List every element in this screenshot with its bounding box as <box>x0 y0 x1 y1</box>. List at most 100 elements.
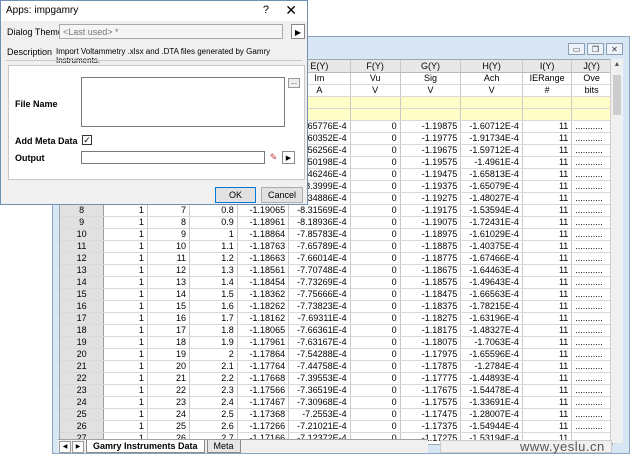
table-cell[interactable]: ........... <box>571 216 612 229</box>
table-cell[interactable]: -1.17266 <box>237 420 290 433</box>
table-cell[interactable]: -1.53594E-4 <box>460 204 523 217</box>
sparkline-cell[interactable] <box>522 108 573 121</box>
table-cell[interactable]: ........... <box>571 168 612 181</box>
table-cell[interactable]: 1 <box>103 300 148 313</box>
table-cell[interactable]: 0 <box>350 420 401 433</box>
row-number[interactable]: 20 <box>60 348 105 361</box>
long-name-cell[interactable]: Ove <box>571 72 612 85</box>
restore-icon[interactable]: ❐ <box>587 43 604 55</box>
table-cell[interactable]: -1.18162 <box>237 312 290 325</box>
table-cell[interactable]: -1.48027E-4 <box>460 192 523 205</box>
table-cell[interactable]: 11 <box>522 204 573 217</box>
table-cell[interactable]: 0 <box>350 216 401 229</box>
table-row[interactable]: 22 1 21 2.2 -1.17668 -7.39553E-4 0 -1.17775 -1.4… <box>60 372 612 385</box>
tab-gamry-instruments-data[interactable]: Gamry Instruments Data <box>86 440 205 453</box>
table-cell[interactable]: 1 <box>103 396 148 409</box>
table-cell[interactable]: 0 <box>350 372 401 385</box>
table-cell[interactable]: -7.44758E-4 <box>288 360 351 373</box>
table-cell[interactable]: 1 <box>103 204 148 217</box>
help-icon[interactable]: ? <box>263 4 269 16</box>
comments-cell[interactable] <box>571 96 612 109</box>
tab-next-icon[interactable]: ▶ <box>72 440 84 453</box>
long-name-cell[interactable]: IERange <box>522 72 573 85</box>
table-cell[interactable]: 11 <box>522 420 573 433</box>
table-cell[interactable]: ........... <box>571 276 612 289</box>
table-cell[interactable]: 11 <box>147 252 190 265</box>
table-cell[interactable]: 1 <box>103 228 148 241</box>
table-cell[interactable]: -1.19375 <box>400 180 462 193</box>
table-cell[interactable]: 1 <box>103 252 148 265</box>
table-cell[interactable]: -1.40375E-4 <box>460 240 523 253</box>
table-cell[interactable]: 16 <box>147 312 190 325</box>
units-cell[interactable]: V <box>460 84 523 97</box>
table-cell[interactable]: 0 <box>350 276 401 289</box>
table-cell[interactable]: 19 <box>147 348 190 361</box>
table-cell[interactable]: 1.2 <box>189 252 238 265</box>
table-cell[interactable]: 0 <box>350 156 401 169</box>
table-cell[interactable]: 11 <box>522 396 573 409</box>
table-cell[interactable]: 0 <box>350 300 401 313</box>
table-cell[interactable]: -1.65079E-4 <box>460 180 523 193</box>
table-cell[interactable]: -1.18561 <box>237 264 290 277</box>
table-cell[interactable]: 11 <box>522 228 573 241</box>
units-cell[interactable]: V <box>350 84 401 97</box>
long-name-cell[interactable]: Sig <box>400 72 462 85</box>
table-cell[interactable]: 23 <box>147 396 190 409</box>
table-cell[interactable]: -1.18075 <box>400 336 462 349</box>
table-cell[interactable]: -1.18454 <box>237 276 290 289</box>
table-cell[interactable]: 11 <box>522 408 573 421</box>
browse-button[interactable]: ... <box>288 78 300 88</box>
file-name-input[interactable] <box>81 77 285 127</box>
table-cell[interactable]: 11 <box>522 372 573 385</box>
table-cell[interactable]: 2.2 <box>189 372 238 385</box>
row-number[interactable]: 16 <box>60 300 105 313</box>
output-menu-arrow-icon[interactable]: ▶ <box>282 151 295 164</box>
table-row[interactable]: 11 1 10 1.1 -1.18763 -7.65789E-4 0 -1.18875 -1.4… <box>60 240 612 253</box>
row-number[interactable]: 14 <box>60 276 105 289</box>
table-cell[interactable]: -1.72431E-4 <box>460 216 523 229</box>
table-cell[interactable]: 9 <box>147 228 190 241</box>
row-number[interactable]: 10 <box>60 228 105 241</box>
table-cell[interactable]: 0 <box>350 324 401 337</box>
column-header[interactable]: G(Y) <box>400 60 462 73</box>
add-meta-checkbox[interactable]: ✓ <box>82 135 92 145</box>
table-cell[interactable]: 0 <box>350 252 401 265</box>
table-cell[interactable]: -1.17575 <box>400 396 462 409</box>
table-cell[interactable]: -1.17467 <box>237 396 290 409</box>
table-cell[interactable]: -7.63167E-4 <box>288 336 351 349</box>
row-number[interactable]: 22 <box>60 372 105 385</box>
table-cell[interactable]: -1.18763 <box>237 240 290 253</box>
table-cell[interactable]: 1 <box>103 384 148 397</box>
table-cell[interactable]: 0 <box>350 204 401 217</box>
table-cell[interactable]: 0 <box>350 168 401 181</box>
table-cell[interactable]: 11 <box>522 216 573 229</box>
table-cell[interactable]: -1.18663 <box>237 252 290 265</box>
ok-button[interactable]: OK <box>215 187 256 203</box>
table-cell[interactable]: 0 <box>350 144 401 157</box>
table-row[interactable]: 17 1 16 1.7 -1.18162 -7.69311E-4 0 -1.18275 -1.6… <box>60 312 612 325</box>
comments-cell[interactable] <box>522 96 573 109</box>
table-cell[interactable]: -1.17864 <box>237 348 290 361</box>
table-cell[interactable]: ........... <box>571 420 612 433</box>
close-icon[interactable]: ✕ <box>285 2 297 19</box>
row-number[interactable]: 24 <box>60 396 105 409</box>
table-cell[interactable]: -1.61029E-4 <box>460 228 523 241</box>
table-cell[interactable]: 11 <box>522 132 573 145</box>
table-cell[interactable]: 14 <box>147 288 190 301</box>
table-cell[interactable]: -1.17775 <box>400 372 462 385</box>
table-cell[interactable]: 11 <box>522 252 573 265</box>
table-row[interactable]: 10 1 9 1 -1.18864 -7.85783E-4 0 -1.18975 -1.6102… <box>60 228 612 241</box>
table-cell[interactable]: -1.18975 <box>400 228 462 241</box>
table-cell[interactable]: -1.60712E-4 <box>460 120 523 133</box>
table-cell[interactable]: ........... <box>571 204 612 217</box>
table-cell[interactable]: ........... <box>571 348 612 361</box>
row-number[interactable]: 21 <box>60 360 105 373</box>
table-cell[interactable]: -7.65789E-4 <box>288 240 351 253</box>
table-cell[interactable]: -1.2784E-4 <box>460 360 523 373</box>
table-cell[interactable]: -1.17975 <box>400 348 462 361</box>
table-cell[interactable]: -1.59712E-4 <box>460 144 523 157</box>
table-cell[interactable]: 1 <box>103 348 148 361</box>
table-cell[interactable]: 11 <box>522 180 573 193</box>
table-cell[interactable]: -8.18936E-4 <box>288 216 351 229</box>
table-cell[interactable]: 0 <box>350 228 401 241</box>
